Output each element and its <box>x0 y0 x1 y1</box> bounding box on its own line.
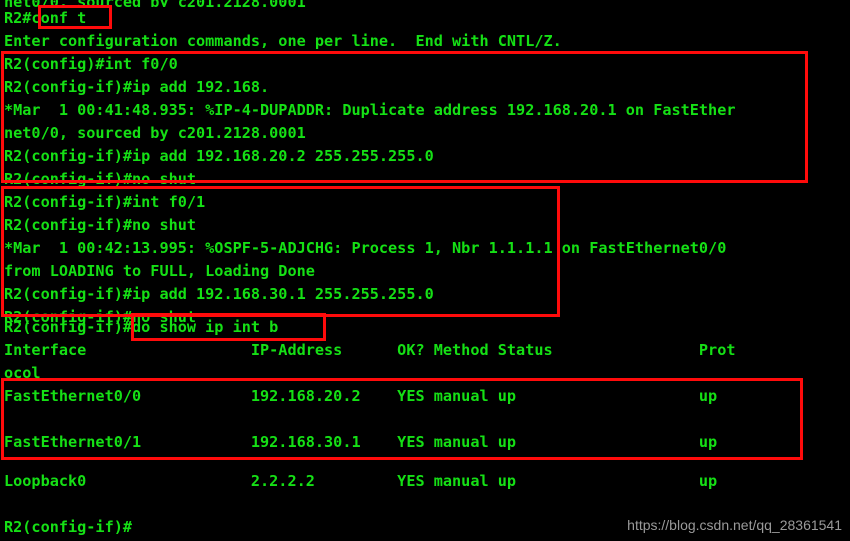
terminal-line: R2#conf t <box>4 9 87 27</box>
terminal-line: R2(config-if)#do show ip int b <box>4 318 279 336</box>
terminal-line: R2(config-if)#ip add 192.168.30.1 255.25… <box>4 285 434 303</box>
watermark-url: https://blog.csdn.net/qq_28361541 <box>627 517 842 533</box>
terminal-line: R2(config-if)#no shut <box>4 170 197 188</box>
terminal-line: FastEthernet0/0 192.168.20.2 YES manual … <box>4 387 718 405</box>
scrollback-clipped-line: net0/0, sourced by c201.2128.0001 <box>0 0 850 7</box>
terminal-line: Enter configuration commands, one per li… <box>4 32 562 50</box>
terminal-line: R2(config-if)# <box>4 518 133 536</box>
terminal-line: R2(config-if)#no shut <box>4 216 197 234</box>
terminal-line: Loopback0 2.2.2.2 YES manual up up <box>4 472 718 490</box>
terminal-line: R2(config-if)#ip add 192.168. <box>4 78 270 96</box>
terminal-line: from LOADING to FULL, Loading Done <box>4 262 315 280</box>
terminal-line: ocol <box>4 364 41 382</box>
terminal-line: net0/0, sourced by c201.2128.0001 <box>4 0 306 7</box>
terminal-line: Interface IP-Address OK? Method Status P… <box>4 341 736 359</box>
terminal-line: net0/0, sourced by c201.2128.0001 <box>4 124 306 142</box>
terminal-line: R2(config)#int f0/0 <box>4 55 178 73</box>
terminal-line: *Mar 1 00:41:48.935: %IP-4-DUPADDR: Dupl… <box>4 101 736 119</box>
terminal-line: R2(config-if)#int f0/1 <box>4 193 206 211</box>
terminal-screen[interactable]: net0/0, sourced by c201.2128.0001 R2#con… <box>0 0 850 541</box>
terminal-line: *Mar 1 00:42:13.995: %OSPF-5-ADJCHG: Pro… <box>4 239 727 257</box>
terminal-line: R2(config-if)#ip add 192.168.20.2 255.25… <box>4 147 434 165</box>
terminal-line: FastEthernet0/1 192.168.30.1 YES manual … <box>4 433 718 451</box>
